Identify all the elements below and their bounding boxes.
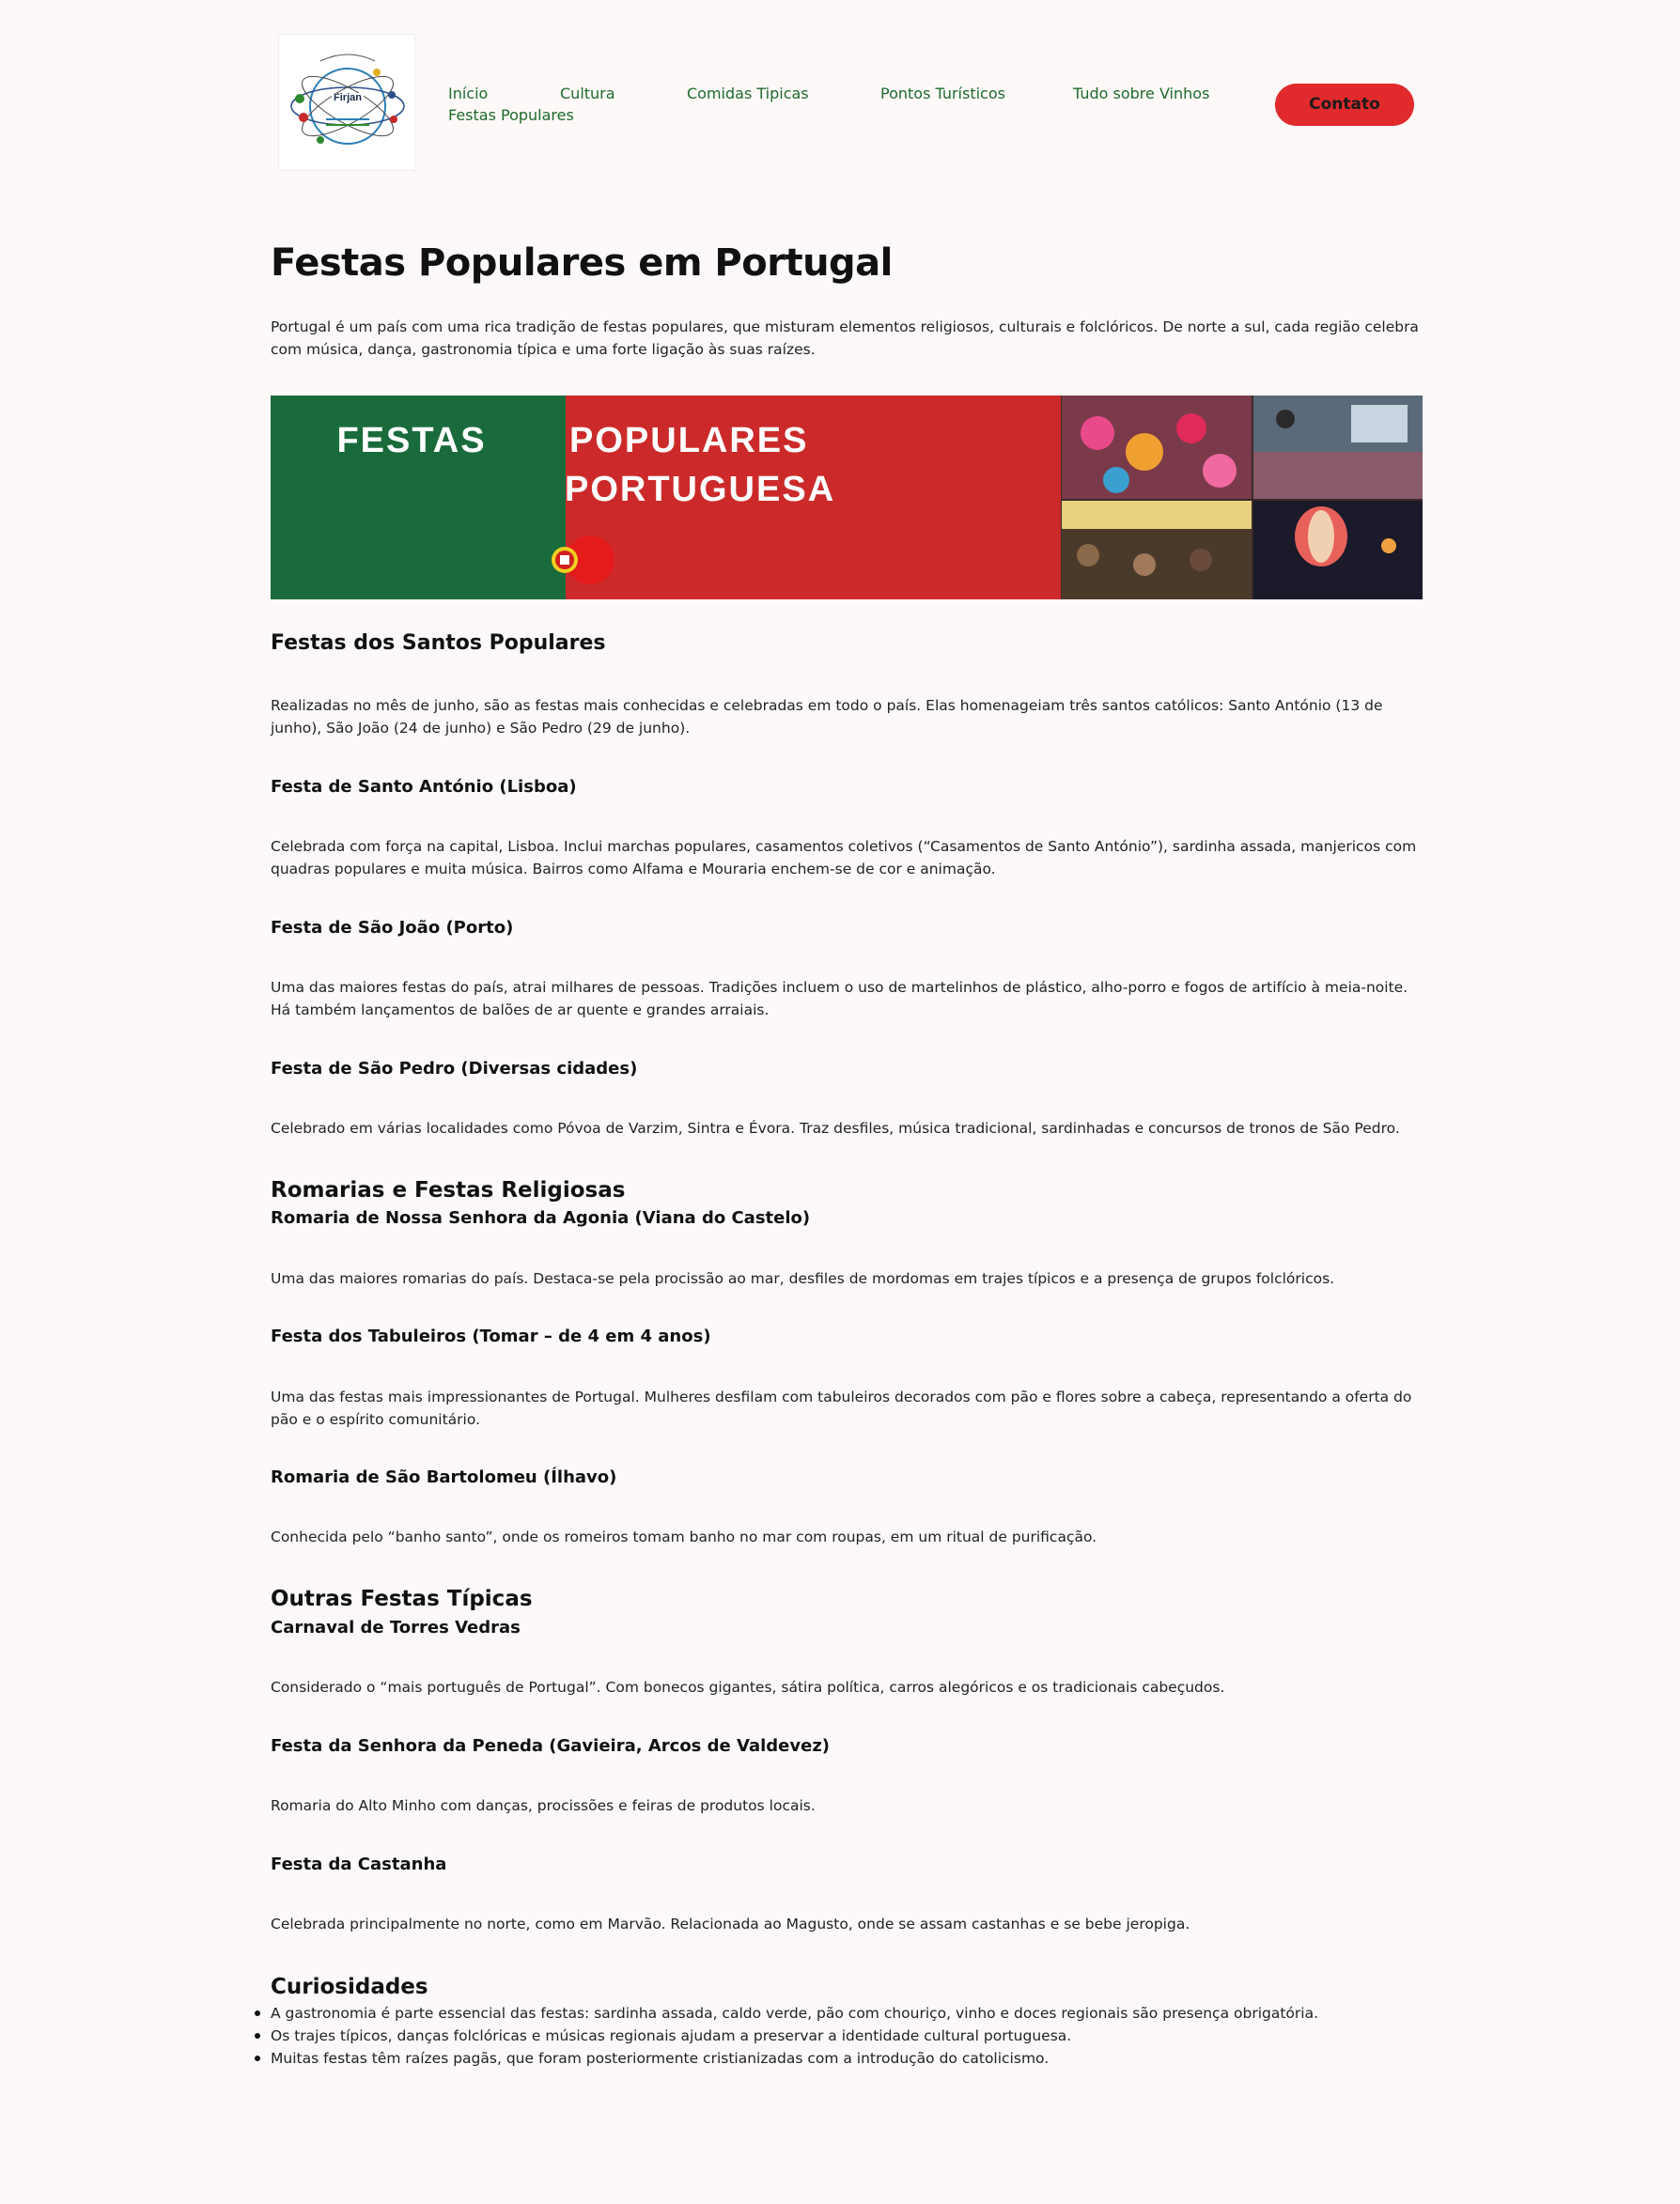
list-item: A gastronomia é parte essencial das fest… [255, 2002, 1423, 2025]
banner-word-populares: POPULARES [569, 421, 808, 460]
banner-word-portuguesa: PORTUGUESA [565, 470, 835, 509]
list-item: Os trajes típicos, danças folclóricas e … [255, 2025, 1423, 2047]
section-heading-curiosidades: Curiosidades [271, 1975, 428, 1999]
logo-emblem-icon [290, 54, 405, 145]
nav-link-pontos-turisticos[interactable]: Pontos Turísticos [880, 84, 1005, 104]
logo-text: Firjan [334, 92, 362, 103]
photo-collage [1062, 396, 1423, 599]
banner-graphic: FESTAS POPULARES PORTUGUESA [271, 396, 1423, 599]
nav-link-festas-populares[interactable]: Festas Populares [448, 105, 574, 126]
text-torres-vedras: Considerado o “mais português de Portuga… [271, 1679, 1225, 1696]
section-heading-romarias: Romarias e Festas Religiosas [271, 1178, 626, 1203]
subheading-santo-antonio: Festa de Santo António (Lisboa) [271, 777, 577, 797]
subheading-castanha: Festa da Castanha [271, 1855, 447, 1874]
subheading-sao-joao: Festa de São João (Porto) [271, 918, 514, 938]
section-heading-outras: Outras Festas Típicas [271, 1587, 533, 1611]
nav-link-vinhos[interactable]: Tudo sobre Vinhos [1073, 84, 1209, 104]
nav-link-comidas-tipicas[interactable]: Comidas Tipicas [687, 84, 809, 104]
subheading-agonia: Romaria de Nossa Senhora da Agonia (Vian… [271, 1208, 811, 1228]
text-sao-joao: Uma das maiores festas do país, atrai mi… [271, 979, 1408, 1018]
text-tabuleiros: Uma das festas mais impressionantes de P… [271, 1389, 1412, 1428]
santos-intro: Realizadas no mês de junho, são as festa… [271, 697, 1383, 737]
text-agonia: Uma das maiores romarias do país. Destac… [271, 1270, 1335, 1287]
subheading-peneda: Festa da Senhora da Peneda (Gavieira, Ar… [271, 1736, 831, 1756]
festas-banner-image: FESTAS POPULARES PORTUGUESA [271, 396, 1423, 599]
subheading-sao-pedro: Festa de São Pedro (Diversas cidades) [271, 1059, 638, 1079]
text-bartolomeu: Conhecida pelo “banho santo”, onde os ro… [271, 1529, 1097, 1545]
text-sao-pedro: Celebrado em várias localidades como Póv… [271, 1120, 1400, 1137]
contact-button[interactable]: Contato [1275, 84, 1414, 126]
nav-link-inicio[interactable]: Início [448, 84, 488, 104]
site-header: Firjan Início Cultura Comidas Tipicas Po… [0, 0, 1680, 188]
text-peneda: Romaria do Alto Minho com danças, procis… [271, 1797, 816, 1814]
section-heading-santos: Festas dos Santos Populares [271, 631, 606, 655]
subheading-torres-vedras: Carnaval de Torres Vedras [271, 1618, 521, 1637]
banner-word-festas: FESTAS [336, 421, 486, 460]
intro-paragraph: Portugal é um país com uma rica tradição… [271, 318, 1419, 358]
curiosidades-list: A gastronomia é parte essencial das fest… [255, 2002, 1423, 2070]
subheading-bartolomeu: Romaria de São Bartolomeu (Ílhavo) [271, 1467, 617, 1487]
text-castanha: Celebrada principalmente no norte, como … [271, 1916, 1190, 1932]
text-santo-antonio: Celebrada com força na capital, Lisboa. … [271, 838, 1417, 877]
page-title: Festas Populares em Portugal [271, 241, 893, 285]
subheading-tabuleiros: Festa dos Tabuleiros (Tomar – de 4 em 4 … [271, 1327, 711, 1346]
list-item: Muitas festas têm raízes pagãs, que fora… [255, 2047, 1423, 2070]
firjan-logo[interactable]: Firjan [278, 34, 415, 171]
nav-link-cultura[interactable]: Cultura [560, 84, 615, 104]
